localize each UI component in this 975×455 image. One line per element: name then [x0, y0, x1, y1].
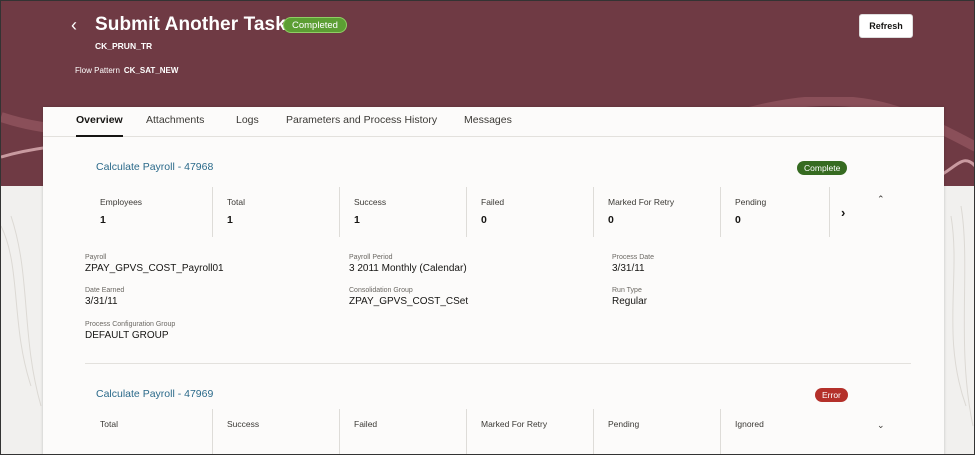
- field-process-date: Process Date 3/31/11: [612, 254, 654, 274]
- metric-label: Success: [354, 197, 387, 207]
- page-subtitle: CK_PRUN_TR: [95, 41, 153, 51]
- field-payroll-period: Payroll Period 3 2011 Monthly (Calendar): [349, 254, 467, 274]
- metric-label: Failed: [481, 197, 505, 207]
- complete-badge: Complete: [797, 161, 848, 175]
- field-date-earned: Date Earned 3/31/11: [85, 287, 124, 307]
- metric-label: Ignored: [735, 419, 764, 429]
- metric-label: Failed: [354, 419, 378, 429]
- field-value: 3/31/11: [85, 296, 118, 307]
- field-label: Run Type: [612, 287, 642, 294]
- metric-label: Success: [227, 419, 260, 429]
- metric-pending: Pending: [595, 409, 721, 454]
- field-label: Payroll Period: [349, 254, 393, 261]
- overview-card: Overview Attachments Logs Parameters and…: [43, 107, 944, 454]
- field-value: ZPAY_GPVS_COST_CSet: [349, 296, 469, 307]
- field-payroll: Payroll ZPAY_GPVS_COST_Payroll01: [85, 254, 224, 274]
- field-value: Regular: [612, 296, 648, 307]
- app-frame: ‹ Submit Another Task Completed CK_PRUN_…: [0, 0, 975, 455]
- status-badge: Completed: [283, 17, 347, 33]
- field-label: Process Date: [612, 254, 655, 261]
- tab-messages[interactable]: Messages: [464, 114, 512, 137]
- metric-success: Success 1: [341, 187, 467, 237]
- metric-label: Total: [227, 197, 245, 207]
- metric-ignored: Ignored: [722, 409, 830, 454]
- payroll-47969-link[interactable]: Calculate Payroll - 47969: [96, 388, 213, 400]
- flow-pattern: Flow Pattern CK_SAT_NEW: [75, 66, 178, 75]
- metric-total: Total 1: [214, 187, 340, 237]
- metric-total: Total: [87, 409, 213, 454]
- metric-value: 0: [481, 214, 487, 226]
- metric-value: 0: [608, 214, 614, 226]
- field-label: Date Earned: [85, 287, 125, 294]
- flow-pattern-value: CK_SAT_NEW: [123, 66, 179, 75]
- metric-marked-for-retry: Marked For Retry: [468, 409, 594, 454]
- page-title: Submit Another Task: [95, 14, 286, 35]
- metric-label: Employees: [100, 197, 143, 207]
- field-process-configuration-group: Process Configuration Group DEFAULT GROU…: [85, 321, 175, 341]
- metric-employees: Employees 1: [87, 187, 213, 237]
- tab-attachments[interactable]: Attachments: [146, 114, 204, 137]
- metric-success: Success: [214, 409, 340, 454]
- metric-failed: Failed 0: [468, 187, 594, 237]
- metric-value: 1: [100, 214, 106, 226]
- field-label: Process Configuration Group: [85, 321, 176, 328]
- metric-pending: Pending 0: [722, 187, 830, 237]
- field-value: ZPAY_GPVS_COST_Payroll01: [85, 263, 224, 274]
- tab-logs[interactable]: Logs: [236, 114, 259, 137]
- section-divider: [85, 363, 911, 364]
- metric-value: 1: [354, 214, 360, 226]
- payroll-47968-link[interactable]: Calculate Payroll - 47968: [96, 161, 213, 173]
- chevron-right-icon[interactable]: ›: [841, 205, 845, 220]
- field-run-type: Run Type Regular: [612, 287, 647, 307]
- metric-value: 0: [735, 214, 741, 226]
- metric-label: Marked For Retry: [608, 197, 675, 207]
- error-badge: Error: [815, 388, 848, 402]
- metric-label: Pending: [735, 197, 767, 207]
- back-chevron-icon[interactable]: ‹: [71, 15, 87, 35]
- tab-overview[interactable]: Overview: [76, 114, 123, 137]
- collapse-caret-icon[interactable]: ⌃: [877, 194, 885, 205]
- metric-label: Marked For Retry: [481, 419, 548, 429]
- field-label: Consolidation Group: [349, 287, 413, 294]
- field-value: DEFAULT GROUP: [85, 330, 169, 341]
- tab-bar: Overview Attachments Logs Parameters and…: [43, 107, 944, 137]
- field-consolidation-group: Consolidation Group ZPAY_GPVS_COST_CSet: [349, 287, 468, 307]
- expand-caret-icon[interactable]: ⌄: [877, 420, 885, 431]
- metric-label: Total: [100, 419, 118, 429]
- metric-marked-for-retry: Marked For Retry 0: [595, 187, 721, 237]
- tab-parameters-history[interactable]: Parameters and Process History: [286, 114, 437, 137]
- refresh-button[interactable]: Refresh: [859, 14, 913, 38]
- metric-failed: Failed: [341, 409, 467, 454]
- metric-value: 1: [227, 214, 233, 226]
- metric-label: Pending: [608, 419, 640, 429]
- field-value: 3 2011 Monthly (Calendar): [349, 263, 467, 274]
- field-value: 3/31/11: [612, 263, 645, 274]
- field-label: Payroll: [85, 254, 107, 261]
- flow-pattern-label: Flow Pattern: [75, 66, 120, 75]
